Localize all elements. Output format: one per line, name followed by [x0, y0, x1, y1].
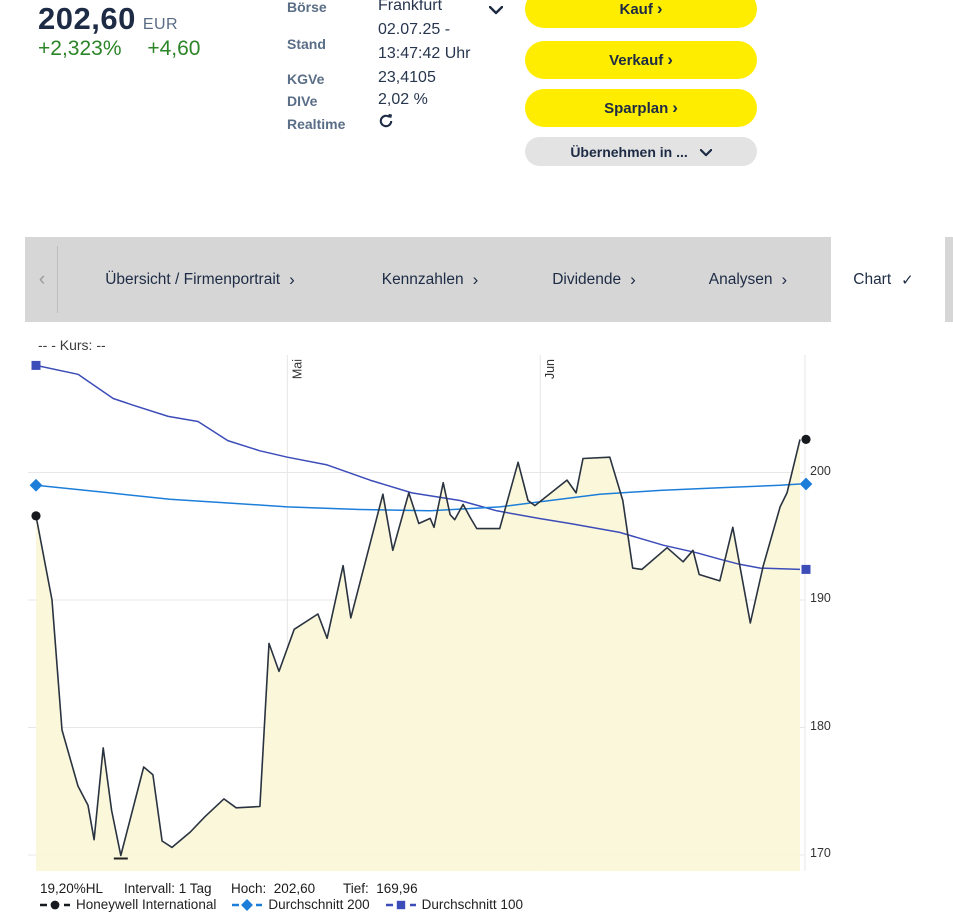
tab-label: Dividende: [552, 271, 621, 289]
marker-circle: [801, 435, 810, 444]
diamond-legend-icon: [232, 899, 262, 911]
chevron-down-icon: [700, 149, 712, 157]
chart-stat-hoch: Hoch: 202,60: [231, 881, 315, 896]
chart-stat-interval: Intervall: 1 Tag: [124, 881, 212, 896]
chart-stat-hl: 19,20%HL: [40, 881, 103, 896]
check-icon: ✓: [901, 271, 914, 289]
change-percent: +2,323%: [38, 37, 122, 60]
tab-label: Analysen: [709, 271, 773, 289]
chevron-right-icon: ›: [667, 50, 673, 69]
stand-value-date: 02.07.25 -: [378, 21, 450, 39]
legend-item-durchschnitt-200: Durchschnitt 200: [232, 897, 369, 912]
price-value: 202,60: [38, 1, 136, 36]
boerse-label: Börse: [287, 0, 327, 15]
x-axis-month-label: Mai: [290, 359, 304, 379]
dive-label: DIVe: [287, 93, 317, 109]
refresh-icon[interactable]: [378, 113, 394, 134]
current-price: 202,60 EUR: [38, 1, 178, 37]
sparplan-button[interactable]: Sparplan›: [525, 89, 757, 127]
legend-item-honeywell-international: Honeywell International: [40, 897, 216, 912]
legend-label: Honeywell International: [76, 897, 216, 912]
stock-detail-page: 202,60EUR +2,323% +4,60 Börse Frankfurt …: [0, 0, 953, 915]
chevron-left-icon: ‹: [39, 269, 45, 290]
price-area-fill: [36, 439, 800, 871]
chevron-right-icon: ›: [473, 270, 479, 290]
tab-analysen[interactable]: Analysen ›: [709, 237, 787, 322]
verkauf-button[interactable]: Verkauf›: [525, 41, 757, 79]
y-axis-tick: 170: [810, 846, 844, 860]
chevron-right-icon: ›: [657, 0, 663, 18]
hoch-value: 202,60: [274, 881, 315, 896]
legend-label: Durchschnitt 200: [268, 897, 369, 912]
marker-diamond: [30, 479, 43, 492]
dive-value: 2,02 %: [378, 91, 428, 109]
realtime-label: Realtime: [287, 116, 345, 132]
tabbar-edge-strip: [945, 237, 953, 322]
circle-legend-icon: [40, 899, 70, 911]
kgve-label: KGVe: [287, 71, 324, 87]
x-axis-month-label: Jun: [543, 359, 557, 379]
series-line-durchschnitt-200: [36, 484, 800, 511]
hoch-label: Hoch:: [231, 881, 266, 896]
marker-square: [32, 361, 41, 370]
legend-item-durchschnitt-100: Durchschnitt 100: [386, 897, 523, 912]
tab-label: Chart: [853, 271, 891, 289]
chart-stat-tief: Tief: 169,96: [343, 881, 418, 896]
tab-label: Übersicht / Firmenportrait: [105, 271, 280, 289]
marker-square: [802, 565, 811, 574]
tab-uebersicht-firmenportrait[interactable]: Übersicht / Firmenportrait ›: [105, 237, 295, 322]
sparplan-button-label: Sparplan: [604, 100, 668, 117]
chevron-right-icon: ›: [289, 270, 295, 290]
legend-label: Durchschnitt 100: [422, 897, 523, 912]
stand-label: Stand: [287, 36, 326, 52]
verkauf-button-label: Verkauf: [609, 52, 663, 69]
square-legend-icon: [386, 899, 416, 911]
boerse-value[interactable]: Frankfurt: [378, 0, 442, 15]
chevron-right-icon: ›: [782, 270, 788, 290]
kauf-button-label: Kauf: [619, 1, 652, 18]
kgve-value: 23,4105: [378, 69, 436, 87]
change-absolute: +4,60: [147, 37, 200, 60]
uebernehmen-dropdown-button[interactable]: Übernehmen in ...: [525, 137, 757, 166]
y-axis-tick: 190: [810, 591, 844, 605]
tab-chart-active[interactable]: Chart ✓: [831, 237, 936, 322]
kauf-button[interactable]: Kauf ›: [525, 0, 757, 28]
tab-dividende[interactable]: Dividende ›: [552, 237, 636, 322]
tief-value: 169,96: [376, 881, 417, 896]
tab-label: Kennzahlen: [382, 271, 464, 289]
tabbar-scroll-left-button[interactable]: ‹: [29, 237, 55, 322]
chevron-right-icon: ›: [630, 270, 636, 290]
tab-kennzahlen[interactable]: Kennzahlen ›: [382, 237, 479, 322]
price-chart: Mai Jun: [0, 350, 953, 882]
tief-label: Tief:: [343, 881, 369, 896]
uebernehmen-label: Übernehmen in ...: [570, 144, 687, 160]
tabbar-divider: [57, 246, 58, 313]
chevron-down-icon[interactable]: [489, 2, 503, 20]
y-axis-tick: 180: [810, 719, 844, 733]
stand-value-time: 13:47:42 Uhr: [378, 45, 471, 63]
section-tabbar: ‹ Übersicht / Firmenportrait › Kennzahle…: [25, 237, 936, 322]
chart-legend: Honeywell International Durchschnitt 200 D…: [40, 897, 523, 912]
price-change: +2,323% +4,60: [38, 37, 200, 61]
marker-circle: [31, 511, 40, 520]
y-axis-tick: 200: [810, 464, 844, 478]
price-currency: EUR: [143, 16, 178, 33]
chevron-right-icon: ›: [672, 98, 678, 117]
marker-diamond: [800, 478, 813, 491]
